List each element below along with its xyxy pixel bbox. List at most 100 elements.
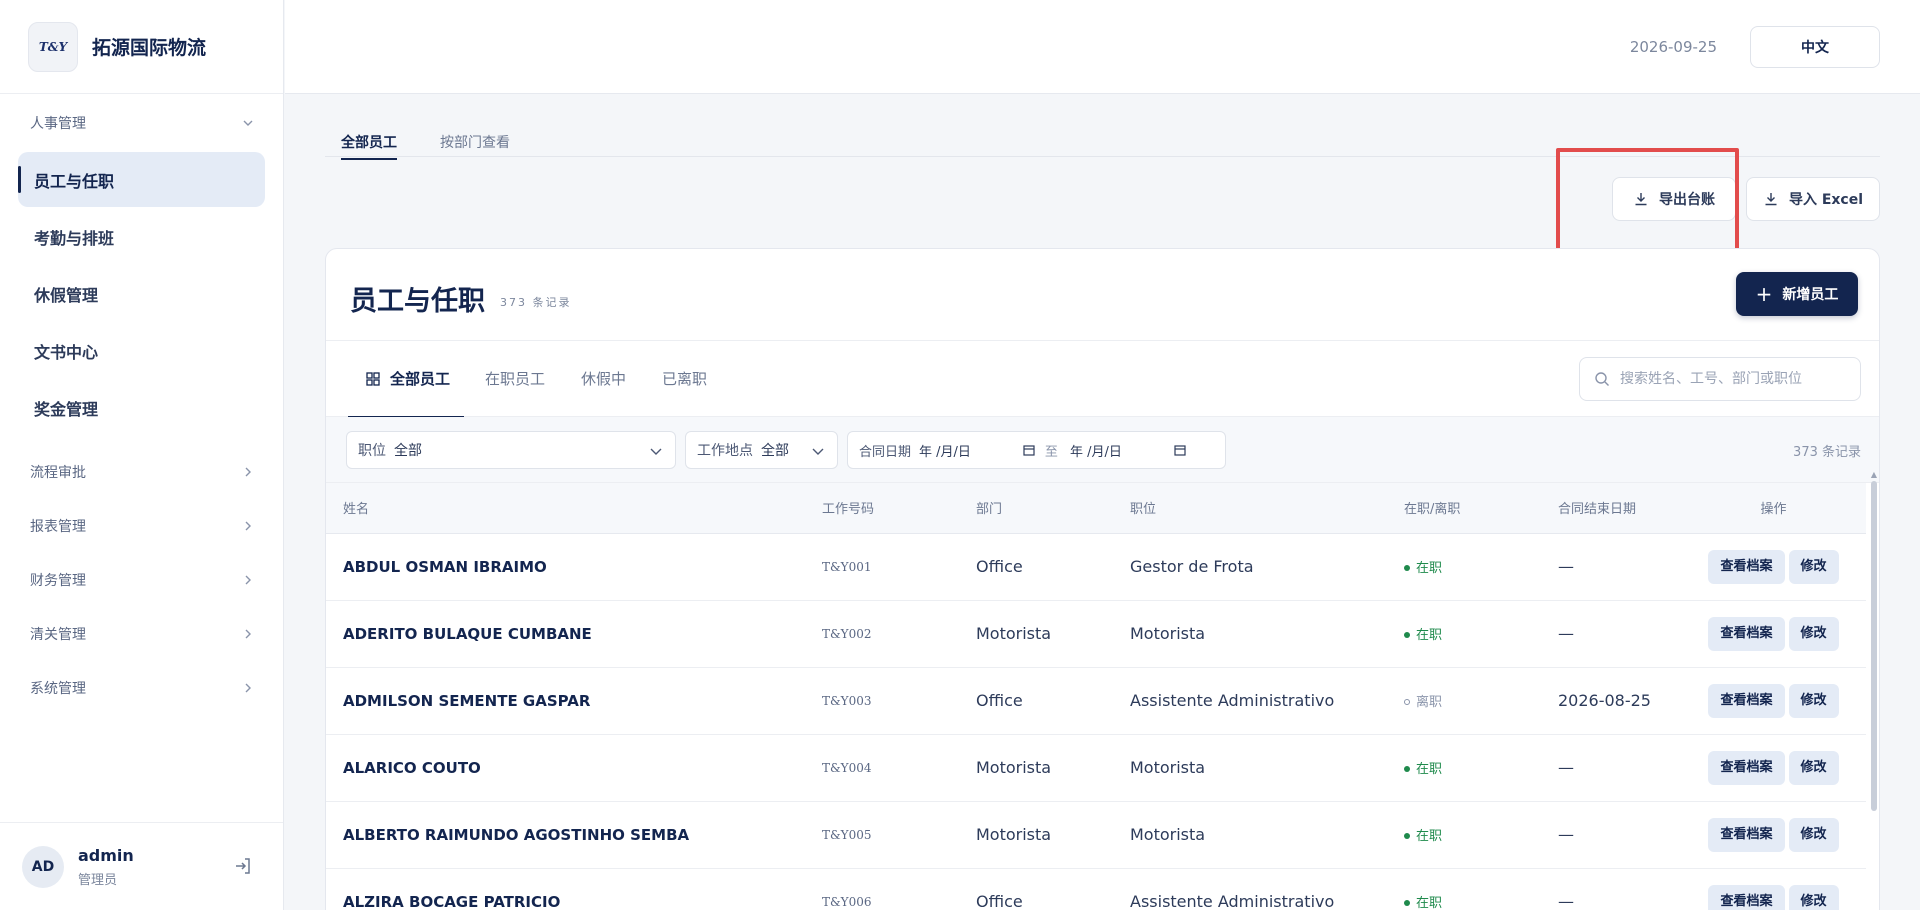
edit-button[interactable]: 修改 (1788, 683, 1839, 718)
tab-status-resigned[interactable]: 已离职 (662, 368, 707, 389)
employee-position: Assistente Administrativo (1130, 691, 1335, 710)
status-dot-icon (1404, 765, 1410, 772)
nav-group-hr[interactable]: 人事管理 (0, 96, 283, 150)
tab-status-on-leave[interactable]: 休假中 (581, 368, 626, 389)
tab-status-active[interactable]: 在职员工 (485, 368, 545, 389)
view-profile-button[interactable]: 查看档案 (1708, 683, 1785, 718)
edit-button[interactable]: 修改 (1788, 750, 1839, 785)
chevron-right-icon (241, 465, 255, 479)
view-profile-button[interactable]: 查看档案 (1708, 616, 1785, 651)
status-tabs: 全部员工 在职员工 休假中 已离职 (326, 341, 1879, 418)
nav-group-label: 人事管理 (30, 116, 86, 132)
sidebar-item-label: 休假管理 (34, 285, 99, 305)
position-filter[interactable]: 职位 全部 (346, 431, 676, 469)
tab-all-employees[interactable]: 全部员工 (341, 132, 397, 160)
row-actions: 查看档案 修改 (1681, 868, 1866, 910)
employee-card: 员工与任职 373 条记录 + 新增员工 全部员工 在职员工 休假中 已离职 职… (325, 248, 1880, 910)
chevron-right-icon (241, 573, 255, 587)
employee-status: 在职 (1387, 734, 1541, 801)
chevron-right-icon (241, 519, 255, 533)
edit-button[interactable]: 修改 (1788, 884, 1839, 910)
brand-logo: T&Y (28, 21, 78, 72)
logout-icon[interactable] (233, 856, 253, 876)
nav-group-label: 报表管理 (30, 519, 86, 535)
row-actions: 查看档案 修改 (1681, 600, 1866, 667)
search-input[interactable] (1620, 371, 1840, 387)
language-button[interactable]: 中文 (1750, 26, 1880, 68)
employee-department: Motorista (976, 624, 1052, 643)
nav-group-approval[interactable]: 流程审批 (0, 445, 283, 499)
employee-department: Motorista (976, 758, 1052, 777)
employee-position: Motorista (1130, 825, 1206, 844)
sidebar-item-label: 考勤与排班 (34, 228, 115, 248)
current-date: 2026-09-25 (1629, 38, 1717, 56)
sidebar-item-bonus[interactable]: 奖金管理 (18, 380, 265, 435)
employee-position: Assistente Administrativo (1130, 892, 1335, 910)
sidebar-item-employees[interactable]: 员工与任职 (18, 152, 265, 207)
nav-group-reports[interactable]: 报表管理 (0, 499, 283, 553)
column-header: 部门 (976, 502, 1003, 518)
sidebar-item-label: 文书中心 (34, 342, 99, 362)
view-profile-button[interactable]: 查看档案 (1708, 549, 1785, 584)
card-header: 员工与任职 373 条记录 + 新增员工 (326, 249, 1879, 341)
date-from-input[interactable]: 年 /月/日 (919, 441, 1045, 460)
employee-name: ALBERTO RAIMUNDO AGOSTINHO SEMBA (343, 825, 690, 844)
column-header: 姓名 (343, 502, 370, 518)
location-filter[interactable]: 工作地点 全部 (685, 431, 838, 469)
employee-code: T&Y001 (822, 559, 872, 574)
scroll-up-arrow[interactable]: ▲ (1870, 471, 1878, 479)
status-label: 在职 (1416, 896, 1443, 910)
sidebar-item-leave[interactable]: 休假管理 (18, 266, 265, 321)
nav-group-system[interactable]: 系统管理 (0, 661, 283, 715)
employee-code: T&Y006 (822, 894, 872, 909)
edit-button[interactable]: 修改 (1788, 817, 1839, 852)
tab-by-department[interactable]: 按部门查看 (440, 132, 510, 158)
record-count-right: 373 条记录 (1793, 445, 1861, 460)
edit-button[interactable]: 修改 (1788, 549, 1839, 584)
scrollbar[interactable] (1871, 481, 1877, 811)
user-role: 管理员 (78, 872, 118, 888)
table-row: ADERITO BULAQUE CUMBANE T&Y002 Motorista Mo… (326, 600, 1866, 667)
nav-group-customs[interactable]: 清关管理 (0, 607, 283, 661)
employee-department: Office (976, 557, 1023, 576)
status-label: 在职 (1416, 829, 1443, 844)
search-box[interactable] (1579, 357, 1861, 401)
employee-position: Gestor de Frota (1130, 557, 1254, 576)
import-label: 导入 Excel (1788, 192, 1864, 208)
column-header: 合同结束日期 (1558, 502, 1637, 518)
status-label: 在职 (1416, 628, 1443, 643)
employee-name: ABDUL OSMAN IBRAIMO (343, 557, 547, 576)
employee-name: ADMILSON SEMENTE GASPAR (343, 691, 591, 710)
date-to-input[interactable]: 年 /月/日 (1070, 441, 1196, 460)
sidebar-item-label: 奖金管理 (34, 399, 99, 419)
tab-label: 全部员工 (390, 370, 451, 388)
add-employee-label: 新增员工 (1782, 287, 1839, 303)
view-profile-button[interactable]: 查看档案 (1708, 750, 1785, 785)
status-label: 在职 (1416, 561, 1443, 576)
grid-icon (366, 371, 380, 386)
employee-table: 姓名 工作号码 部门 职位 在职/离职 合同结束日期 操作 ABDUL OSMA… (326, 483, 1866, 910)
row-actions: 查看档案 修改 (1681, 667, 1866, 734)
edit-button[interactable]: 修改 (1788, 616, 1839, 651)
brand-name: 拓源国际物流 (92, 37, 207, 59)
view-profile-button[interactable]: 查看档案 (1708, 817, 1785, 852)
employee-status: 在职 (1387, 600, 1541, 667)
status-dot-icon (1404, 899, 1410, 906)
add-employee-button[interactable]: + 新增员工 (1736, 272, 1858, 316)
employee-name: ADERITO BULAQUE CUMBANE (343, 624, 592, 643)
nav-group-finance[interactable]: 财务管理 (0, 553, 283, 607)
contract-date-filter: 合同日期 年 /月/日 至 年 /月/日 (847, 431, 1226, 469)
page-title: 员工与任职 (350, 286, 485, 317)
sidebar-item-documents[interactable]: 文书中心 (18, 323, 265, 378)
import-excel-button[interactable]: 导入 Excel (1746, 177, 1880, 221)
user-info: admin 管理员 (78, 846, 134, 888)
contract-end-date: — (1558, 624, 1574, 643)
column-header: 工作号码 (822, 502, 875, 518)
tab-status-all[interactable]: 全部员工 (348, 368, 465, 418)
view-profile-button[interactable]: 查看档案 (1708, 884, 1785, 910)
employee-department: Office (976, 691, 1023, 710)
calendar-icon (1023, 445, 1035, 456)
sidebar-item-attendance[interactable]: 考勤与排班 (18, 209, 265, 264)
filter-value: 全部 (761, 443, 789, 459)
employee-status: 在职 (1387, 801, 1541, 868)
